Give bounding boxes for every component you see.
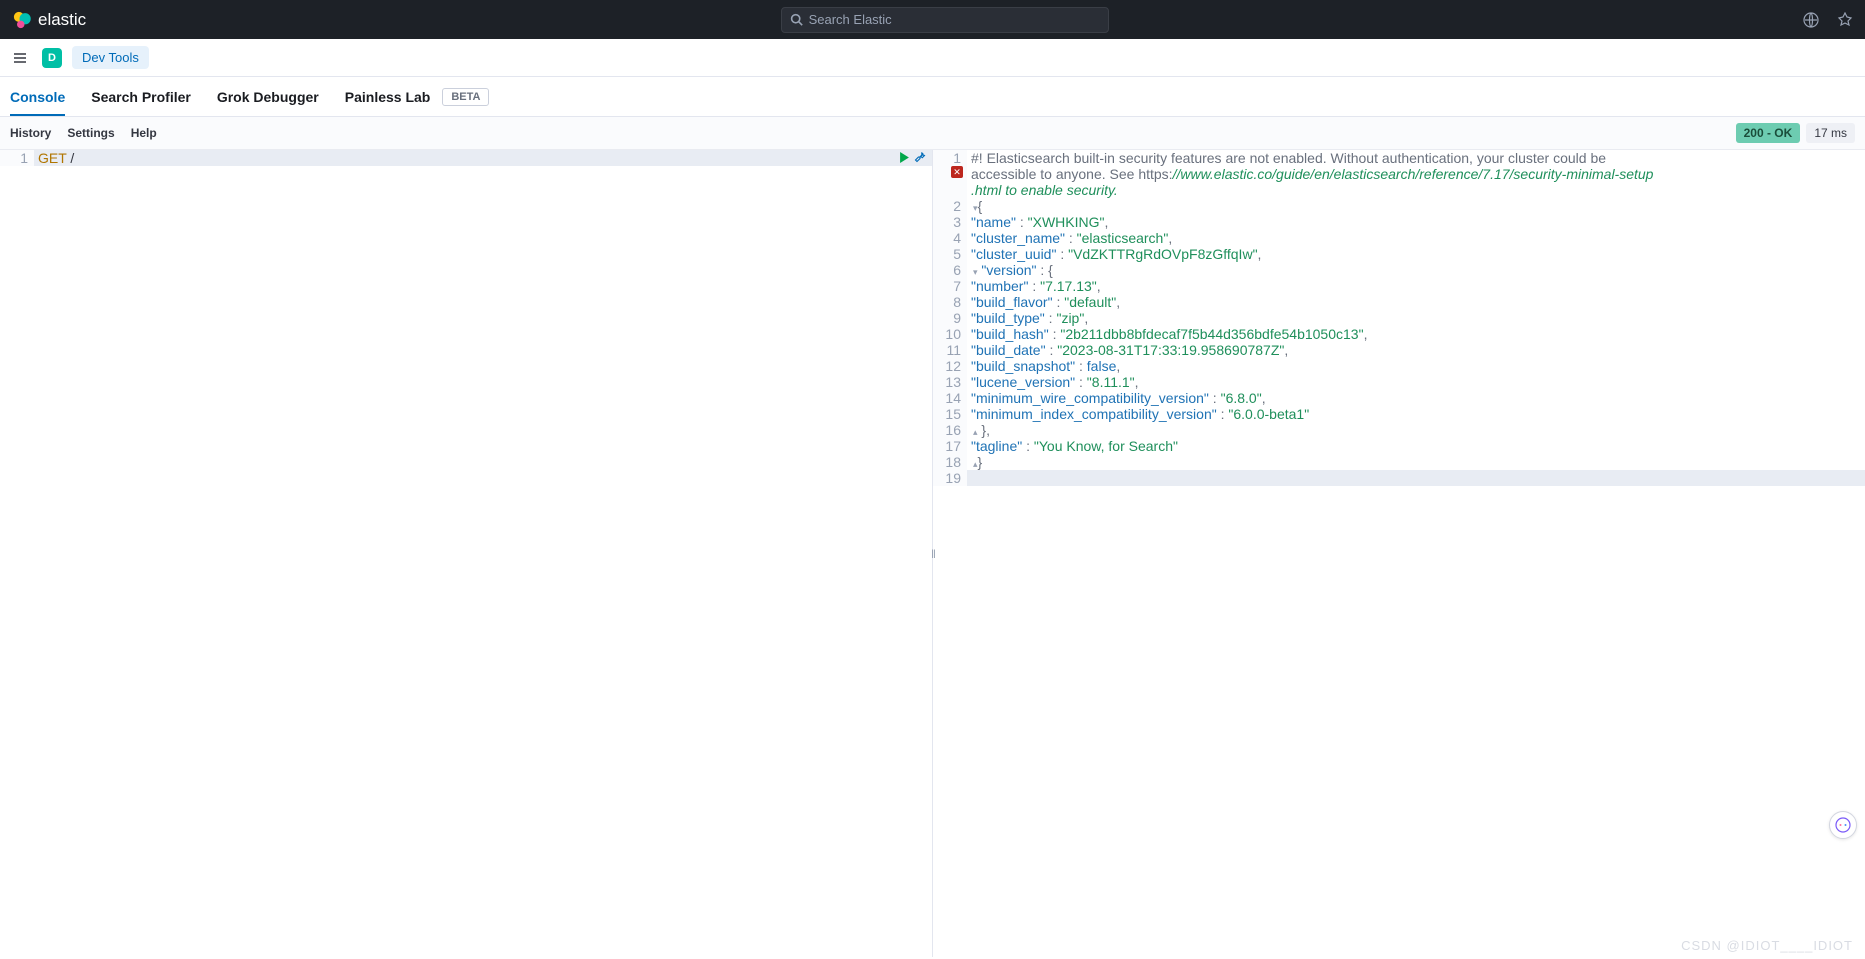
- toolbar-left: History Settings Help: [10, 126, 157, 140]
- line-number: 12: [933, 358, 967, 374]
- response-line: 4 "cluster_name" : "elasticsearch",: [933, 230, 1865, 246]
- response-line: 10 "build_hash" : "2b211dbb8bfdecaf7f5b4…: [933, 326, 1865, 342]
- line-number: 9: [933, 310, 967, 326]
- panel-resize-handle[interactable]: ‖: [931, 547, 934, 561]
- request-editor[interactable]: 1 GET /: [0, 150, 933, 957]
- console-toolbar: History Settings Help 200 - OK 17 ms: [0, 117, 1865, 150]
- tab-search-profiler[interactable]: Search Profiler: [91, 79, 191, 115]
- fold-icon[interactable]: ▾: [973, 267, 978, 277]
- feedback-button[interactable]: [1829, 811, 1857, 839]
- response-line: 17 "tagline" : "You Know, for Search": [933, 438, 1865, 454]
- line-number: 16: [933, 422, 967, 438]
- help-link[interactable]: Help: [131, 126, 157, 140]
- response-line: 13 "lucene_version" : "8.11.1",: [933, 374, 1865, 390]
- hamburger-icon: [12, 50, 28, 66]
- fold-icon[interactable]: ▴: [973, 427, 978, 437]
- watermark: CSDN @IDIOT____IDIOT: [1681, 938, 1853, 953]
- breadcrumb-devtools[interactable]: Dev Tools: [72, 46, 149, 69]
- line-number: 1: [933, 150, 967, 166]
- line-number: 7: [933, 278, 967, 294]
- app-badge[interactable]: D: [42, 48, 62, 68]
- settings-link[interactable]: Settings: [67, 126, 114, 140]
- line-number: 17: [933, 438, 967, 454]
- search-placeholder: Search Elastic: [809, 12, 892, 27]
- response-line: 5 "cluster_uuid" : "VdZKTTRgRdOVpF8zGffq…: [933, 246, 1865, 262]
- response-line: 19: [933, 470, 1865, 486]
- line-number: 1: [0, 150, 34, 166]
- tabs: Console Search Profiler Grok Debugger Pa…: [0, 77, 1865, 117]
- global-search-input[interactable]: Search Elastic: [781, 7, 1109, 33]
- nav-toggle-button[interactable]: [8, 46, 32, 70]
- tab-painless-lab[interactable]: Painless Lab: [345, 79, 431, 115]
- subheader: D Dev Tools: [0, 39, 1865, 77]
- request-path: /: [70, 150, 74, 166]
- response-status-badge: 200 - OK: [1736, 123, 1801, 143]
- line-number: 6: [933, 262, 967, 278]
- play-icon: [899, 152, 910, 163]
- response-line: 12 "build_snapshot" : false,: [933, 358, 1865, 374]
- wrench-icon: [914, 151, 926, 163]
- response-line: 11 "build_date" : "2023-08-31T17:33:19.9…: [933, 342, 1865, 358]
- line-number: 13: [933, 374, 967, 390]
- response-line: 16 ▴ },: [933, 422, 1865, 438]
- history-link[interactable]: History: [10, 126, 51, 140]
- line-number: 14: [933, 390, 967, 406]
- request-line[interactable]: 1 GET /: [0, 150, 932, 166]
- tab-grok-debugger[interactable]: Grok Debugger: [217, 79, 319, 115]
- response-line: 15 "minimum_index_compatibility_version"…: [933, 406, 1865, 422]
- editor-panels: 1 GET / ‖ ✕ 1 #! Elasticsearch built-in …: [0, 150, 1865, 957]
- logo-text: elastic: [38, 10, 86, 30]
- line-number: 10: [933, 326, 967, 342]
- line-number: 15: [933, 406, 967, 422]
- line-number: 5: [933, 246, 967, 262]
- help-icon[interactable]: [1837, 12, 1853, 28]
- line-number: 3: [933, 214, 967, 230]
- response-viewer[interactable]: ✕ 1 #! Elasticsearch built-in security f…: [933, 150, 1865, 957]
- line-number: 11: [933, 342, 967, 358]
- response-line: 2 ▾{: [933, 198, 1865, 214]
- response-line: 18 ▴}: [933, 454, 1865, 470]
- request-actions: [899, 150, 926, 164]
- search-icon: [790, 13, 803, 26]
- global-header: elastic Search Elastic: [0, 0, 1865, 39]
- response-time-badge: 17 ms: [1806, 123, 1855, 143]
- http-method: GET: [38, 150, 67, 166]
- search-wrap: Search Elastic: [86, 7, 1803, 33]
- chat-icon: [1835, 817, 1851, 833]
- line-number: 19: [933, 470, 967, 486]
- response-line: 14 "minimum_wire_compatibility_version" …: [933, 390, 1865, 406]
- tab-console[interactable]: Console: [10, 79, 65, 115]
- response-line: 6 ▾ "version" : {: [933, 262, 1865, 278]
- response-line: 8 "build_flavor" : "default",: [933, 294, 1865, 310]
- elastic-logo-icon: [12, 10, 32, 30]
- line-number: [933, 182, 967, 198]
- line-number: 18: [933, 454, 967, 470]
- logo[interactable]: elastic: [12, 10, 86, 30]
- response-line: 9 "build_type" : "zip",: [933, 310, 1865, 326]
- beta-badge: BETA: [442, 88, 489, 106]
- newsfeed-icon[interactable]: [1803, 12, 1819, 28]
- response-line: 1 #! Elasticsearch built-in security fea…: [933, 150, 1865, 166]
- error-annotation-icon[interactable]: ✕: [951, 166, 963, 178]
- line-number: 8: [933, 294, 967, 310]
- toolbar-right: 200 - OK 17 ms: [1736, 123, 1855, 143]
- response-line: 7 "number" : "7.17.13",: [933, 278, 1865, 294]
- response-line: accessible to anyone. See https://www.el…: [933, 166, 1865, 182]
- line-number: 2: [933, 198, 967, 214]
- send-request-button[interactable]: [899, 152, 910, 163]
- response-line: .html to enable security.: [933, 182, 1865, 198]
- request-options-button[interactable]: [914, 151, 926, 163]
- response-line: 3 "name" : "XWHKING",: [933, 214, 1865, 230]
- request-content[interactable]: GET /: [34, 150, 932, 166]
- header-icons: [1803, 12, 1853, 28]
- line-number: 4: [933, 230, 967, 246]
